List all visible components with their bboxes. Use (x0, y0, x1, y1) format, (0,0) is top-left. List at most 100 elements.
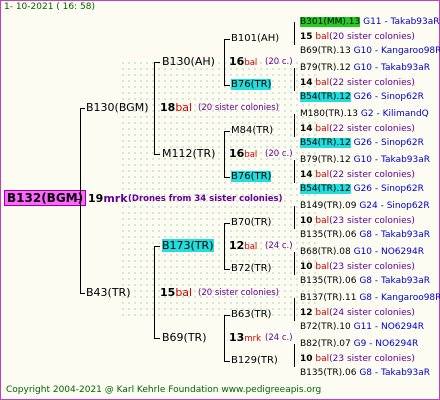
gen4-queen-3[interactable]: B54(TR).12 (300, 92, 351, 102)
connector (224, 269, 230, 270)
gen4-queen-7[interactable]: B54(TR).12 (300, 184, 351, 194)
gen3-note-6: (24 sister colonies) (329, 308, 415, 318)
gen4-breeder-4: G2 - KilimandQ (360, 109, 429, 119)
gen4-queen-4[interactable]: M180(TR).13 (300, 109, 358, 119)
gen3-queen-7[interactable]: B129(TR) (231, 355, 278, 366)
gen4-queen-1[interactable]: B69(TR).13 (300, 46, 351, 56)
gen2-num-1: 16bal (229, 147, 257, 160)
gen4-queen-10[interactable]: B68(TR).08 (300, 247, 351, 257)
gen3-queen-3[interactable]: B76(TR) (231, 171, 272, 182)
gen3-queen-5[interactable]: B72(TR) (231, 263, 271, 274)
gen2-num-value-0: 16 (229, 55, 245, 68)
gen3-queen-6[interactable]: B63(TR) (231, 309, 271, 320)
connector (294, 22, 295, 45)
gen3-unit-7: bal (315, 354, 330, 364)
gen2-queen-2[interactable]: B173(TR) (162, 239, 214, 252)
date-stamp: 1- 10-2021 ( 16: 58) (4, 2, 95, 12)
gen3-num-4: 10 (300, 216, 313, 226)
gen4-row-3: B54(TR).12 G26 - Sinop62R (300, 92, 424, 102)
connector (154, 246, 160, 247)
connector (224, 85, 230, 86)
gen4-breeder-7: G26 - Sinop62R (353, 184, 424, 194)
gen3-note-3: (22 sister colonies) (329, 170, 415, 180)
connector (154, 62, 155, 154)
gen4-queen-12[interactable]: B137(TR).11 (300, 293, 356, 303)
gen3-queen-1[interactable]: B76(TR) (231, 79, 272, 90)
gen3-stat-6: 12 bal(24 sister colonies) (300, 308, 415, 318)
gen2-queen-0[interactable]: B130(AH) (162, 55, 215, 68)
connector (294, 252, 295, 275)
gen4-queen-0[interactable]: B301(MM).13 (300, 17, 361, 27)
gen1-note-1: (20 sister colonies) (198, 288, 279, 298)
root-unit: mrk (103, 192, 128, 205)
gen4-queen-15[interactable]: B135(TR).06 (300, 368, 356, 378)
gen4-row-15: B135(TR).06 G8 - Takab93aR (300, 368, 430, 378)
gen3-stat-3: 14 bal(22 sister colonies) (300, 170, 415, 180)
gen4-queen-6[interactable]: B79(TR).12 (300, 155, 351, 165)
gen2-queen-3[interactable]: B69(TR) (162, 331, 207, 344)
gen4-queen-2[interactable]: B79(TR).12 (300, 63, 351, 73)
connector (154, 246, 155, 338)
gen1-num-value-1: 15 (160, 286, 176, 299)
gen3-num-0: 15 (300, 32, 313, 42)
gen3-unit-3: bal (315, 170, 330, 180)
gen2-note-2: (24 c.) (265, 241, 293, 251)
gen4-queen-9[interactable]: B135(TR).06 (300, 230, 356, 240)
gen3-stat-2: 14 bal(22 sister colonies) (300, 124, 415, 134)
gen4-breeder-6: G10 - Takab93aR (353, 155, 431, 165)
connector (224, 315, 230, 316)
connector (224, 177, 230, 178)
gen2-num-value-3: 13 (229, 331, 245, 344)
gen2-num-0: 16bal (229, 55, 257, 68)
gen3-num-6: 12 (300, 308, 313, 318)
gen1-queen-0[interactable]: B130(BGM) (86, 101, 149, 114)
gen3-stat-4: 10 bal(23 sister colonies) (300, 216, 415, 226)
gen3-note-5: (23 sister colonies) (329, 262, 415, 272)
gen4-queen-5[interactable]: B54(TR).12 (300, 138, 351, 148)
gen2-queen-1[interactable]: M112(TR) (162, 147, 215, 160)
connector (154, 62, 160, 63)
gen4-breeder-2: G10 - Takab93aR (353, 63, 431, 73)
gen1-num-1: 15bal (160, 286, 192, 299)
gen4-breeder-8: G24 - Sinop62R (359, 201, 430, 211)
root-num: 19mrk (88, 192, 128, 205)
gen4-queen-8[interactable]: B149(TR).09 (300, 201, 356, 211)
gen4-row-12: B137(TR).11 G8 - Kangaroo98R (300, 293, 440, 303)
gen4-queen-14[interactable]: B82(TR).07 (300, 339, 351, 349)
root-queen[interactable]: B132(BGM) (4, 190, 87, 206)
connector (154, 154, 160, 155)
footer-copyright: Copyright 2004-2021 @ Karl Kehrle Founda… (6, 385, 322, 395)
connector (224, 39, 230, 40)
gen4-row-5: B54(TR).12 G26 - Sinop62R (300, 138, 424, 148)
connector (80, 108, 85, 109)
gen1-unit-0: bal (175, 101, 193, 114)
gen1-unit-1: bal (175, 286, 193, 299)
gen4-queen-13[interactable]: B72(TR).10 (300, 322, 351, 332)
gen3-queen-2[interactable]: M84(TR) (231, 125, 273, 136)
gen4-queen-11[interactable]: B135(TR).06 (300, 276, 356, 286)
gen2-unit-0: bal (244, 58, 258, 68)
gen4-breeder-9: G8 - Takab93aR (359, 230, 431, 240)
gen3-queen-4[interactable]: B70(TR) (231, 217, 271, 228)
gen3-queen-0[interactable]: B101(AH) (231, 33, 279, 44)
gen4-breeder-3: G26 - Sinop62R (353, 92, 424, 102)
gen1-queen-1[interactable]: B43(TR) (86, 286, 131, 299)
connector (154, 338, 160, 339)
gen3-stat-0: 15 bal(20 sister colonies) (300, 32, 415, 42)
connector (224, 315, 225, 361)
connector (80, 293, 85, 294)
gen2-num-value-2: 12 (229, 239, 245, 252)
gen4-row-1: B69(TR).13 G10 - Kangaroo98R (300, 46, 440, 56)
gen4-breeder-10: G10 - NO6294R (353, 247, 424, 257)
connector (224, 223, 230, 224)
gen4-row-2: B79(TR).12 G10 - Takab93aR (300, 63, 430, 73)
gen2-unit-1: bal (244, 150, 258, 160)
connector (224, 131, 230, 132)
gen1-num-0: 18bal (160, 101, 192, 114)
gen3-num-5: 10 (300, 262, 313, 272)
gen3-note-1: (22 sister colonies) (329, 78, 415, 88)
connector (294, 206, 295, 229)
gen3-unit-4: bal (315, 216, 330, 226)
connector (80, 108, 81, 294)
gen2-num-2: 12bal (229, 239, 257, 252)
